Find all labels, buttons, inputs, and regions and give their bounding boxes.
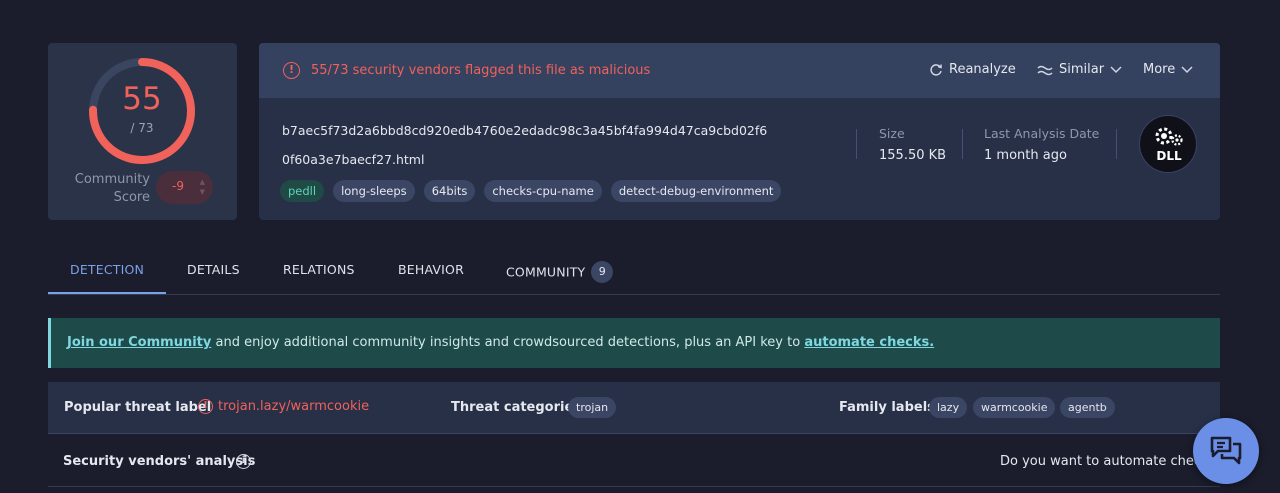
banner-message: and enjoy additional community insights …	[211, 335, 805, 350]
alert-icon: !	[283, 62, 300, 79]
chat-button[interactable]	[1193, 418, 1259, 484]
tag[interactable]: checks-cpu-name	[484, 180, 602, 202]
score-card: 55 / 73 Community Score -9 ▲ ▼	[48, 43, 237, 220]
chat-icon	[1210, 436, 1242, 465]
community-score-value: -9	[172, 179, 184, 193]
family-labels-label: Family labels	[839, 400, 935, 415]
tab-details[interactable]: DETAILS	[187, 262, 240, 277]
family-label-chip[interactable]: agentb	[1060, 397, 1115, 418]
detection-count: 55	[122, 81, 162, 117]
gears-icon	[1155, 127, 1183, 146]
vendors-analysis-row: Security vendors' analysis i Do you want…	[48, 443, 1222, 487]
popular-threat-label: Popular threat label	[64, 400, 212, 415]
popular-threat-text: trojan.lazy/warmcookie	[218, 399, 370, 414]
alert-header: ! 55/73 security vendors flagged this fi…	[259, 43, 1220, 98]
tab-relations[interactable]: RELATIONS	[283, 262, 355, 277]
reanalyze-label: Reanalyze	[949, 62, 1016, 77]
file-type-badge: DLL	[1139, 115, 1197, 173]
file-tags: pedll long-sleeps 64bits checks-cpu-name…	[280, 180, 782, 202]
more-button[interactable]: More	[1143, 62, 1193, 77]
active-tab-indicator	[48, 292, 166, 294]
detection-total: / 73	[130, 121, 154, 135]
size-value: 155.50 KB	[879, 148, 947, 163]
community-score-label: Community Score	[74, 172, 150, 205]
family-label-chip[interactable]: lazy	[929, 397, 968, 418]
file-name: 0f60a3e7baecf27.html	[282, 152, 425, 167]
vote-arrows-icon[interactable]: ▲ ▼	[200, 177, 205, 197]
reanalyze-button[interactable]: Reanalyze	[929, 62, 1016, 77]
divider	[856, 129, 857, 159]
tag[interactable]: 64bits	[423, 180, 476, 202]
join-community-link[interactable]: Join our Community	[67, 335, 211, 350]
similar-icon	[1037, 65, 1053, 75]
divider	[1116, 129, 1117, 159]
family-label-chip[interactable]: warmcookie	[973, 397, 1056, 418]
size-label: Size	[879, 126, 905, 141]
threat-category-chip[interactable]: trojan	[568, 397, 617, 418]
chevron-down-icon	[1181, 65, 1193, 73]
banner-text: Join our Community and enjoy additional …	[67, 335, 934, 350]
threat-categories-label: Threat categories	[451, 400, 582, 415]
tab-community-label: COMMUNITY	[506, 264, 586, 280]
last-analysis-value: 1 month ago	[984, 148, 1067, 163]
community-score-widget[interactable]: -9 ▲ ▼	[156, 171, 213, 204]
file-hash[interactable]: b7aec5f73d2a6bbd8cd920edb4760e2edadc98c3…	[282, 123, 767, 138]
tab-bar: DETECTION DETAILS RELATIONS BEHAVIOR COM…	[48, 250, 1220, 295]
community-banner: Join our Community and enjoy additional …	[48, 318, 1220, 368]
automate-checks-link[interactable]: automate checks.	[804, 335, 934, 350]
similar-button[interactable]: Similar	[1037, 62, 1122, 77]
file-info-card: ! 55/73 security vendors flagged this fi…	[259, 43, 1220, 220]
community-count-badge: 9	[591, 261, 614, 283]
tag[interactable]: detect-debug-environment	[610, 180, 782, 202]
info-icon[interactable]: i	[236, 454, 251, 469]
divider	[962, 129, 963, 159]
popular-threat-value: ! trojan.lazy/warmcookie	[198, 399, 369, 414]
tag[interactable]: long-sleeps	[333, 180, 415, 202]
vendors-analysis-title: Security vendors' analysis	[63, 454, 256, 469]
tab-behavior[interactable]: BEHAVIOR	[398, 262, 464, 277]
tab-detection[interactable]: DETECTION	[70, 262, 144, 277]
tag[interactable]: pedll	[280, 180, 325, 202]
chevron-down-icon	[1110, 65, 1122, 73]
refresh-icon	[930, 63, 942, 76]
alert-icon: !	[198, 399, 213, 414]
file-type-label: DLL	[1156, 149, 1182, 163]
more-label: More	[1143, 62, 1176, 77]
last-analysis-label: Last Analysis Date	[984, 126, 1100, 141]
automate-prompt[interactable]: Do you want to automate checks?	[1000, 454, 1222, 469]
similar-label: Similar	[1059, 62, 1105, 77]
threat-labels-row: Popular threat label ! trojan.lazy/warmc…	[48, 382, 1220, 434]
alert-text: 55/73 security vendors flagged this file…	[311, 63, 651, 78]
tab-community[interactable]: COMMUNITY 9	[506, 261, 614, 284]
